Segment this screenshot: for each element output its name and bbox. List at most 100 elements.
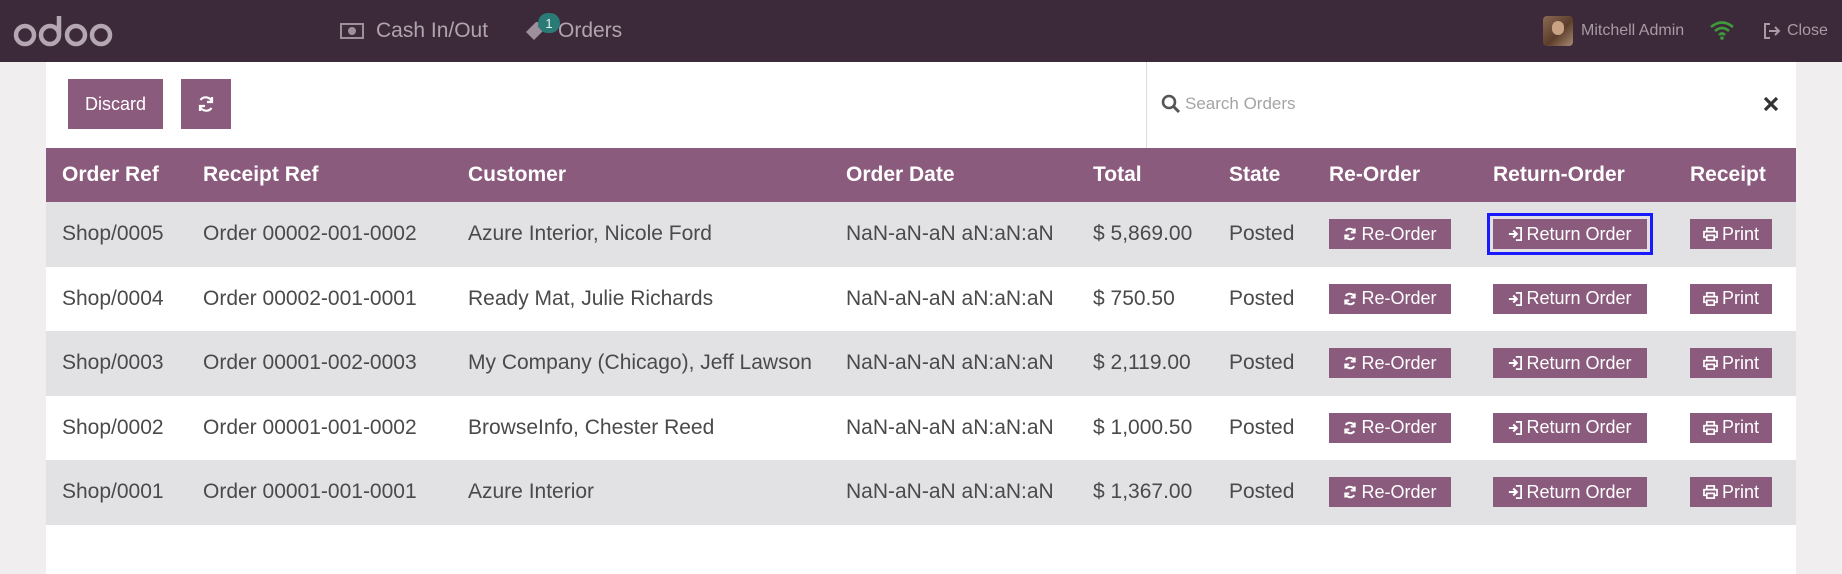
total-cell: $ 750.50: [1093, 286, 1175, 310]
print-button[interactable]: Print: [1690, 412, 1772, 443]
sign-in-icon: [1509, 356, 1523, 371]
return-order-button[interactable]: Return Order: [1493, 477, 1647, 508]
order-ref-cell: Shop/0002: [62, 415, 164, 439]
total-cell: $ 5,869.00: [1093, 222, 1193, 246]
customer-cell: Ready Mat, Julie Richards: [468, 286, 714, 310]
discard-button[interactable]: Discard: [68, 79, 163, 129]
user-name: Mitchell Admin: [1581, 22, 1685, 39]
refresh-icon: [1344, 421, 1357, 434]
state-cell: Posted: [1229, 351, 1295, 375]
print-icon: [1703, 291, 1718, 306]
print-icon: [1703, 485, 1718, 500]
receipt-ref-cell: Order 00001-001-0002: [203, 415, 417, 439]
state-cell: Posted: [1229, 286, 1295, 310]
state-cell: Posted: [1229, 480, 1295, 504]
return-order-label: Return Order: [1526, 352, 1632, 373]
close-button[interactable]: Close: [1763, 0, 1828, 62]
print-button[interactable]: Print: [1690, 348, 1772, 379]
return-order-label: Return Order: [1526, 288, 1632, 309]
wifi-icon: [1710, 21, 1734, 40]
return-order-button[interactable]: Return Order: [1493, 412, 1647, 443]
sign-in-icon: [1509, 227, 1523, 242]
reorder-label: Re-Order: [1361, 352, 1437, 373]
cash-in-out-button[interactable]: Cash In/Out: [340, 0, 488, 62]
orders-button[interactable]: 1 Orders: [524, 0, 622, 62]
reorder-label: Re-Order: [1361, 288, 1437, 309]
refresh-icon: [1344, 228, 1357, 241]
print-button[interactable]: Print: [1690, 477, 1772, 508]
return-order-cell: Return Order: [1477, 460, 1674, 525]
reorder-cell: Re-Order: [1313, 396, 1477, 461]
return-order-cell: Return Order: [1477, 202, 1674, 267]
user-avatar: [1543, 16, 1573, 46]
receipt-ref-cell: Order 00001-001-0001: [203, 480, 417, 504]
return-order-cell: Return Order: [1477, 267, 1674, 332]
receipt-cell: Print: [1674, 460, 1796, 525]
return-order-cell: Return Order: [1477, 396, 1674, 461]
order-date-cell: NaN-aN-aN aN:aN:aN: [846, 480, 1054, 504]
print-icon: [1703, 420, 1718, 435]
reorder-cell: Re-Order: [1313, 267, 1477, 332]
reorder-button[interactable]: Re-Order: [1329, 219, 1451, 250]
print-label: Print: [1721, 352, 1759, 373]
refresh-icon: [198, 96, 214, 112]
refresh-icon: [1344, 486, 1357, 499]
reorder-button[interactable]: Re-Order: [1329, 412, 1451, 443]
table-row[interactable]: Shop/0002 Order 00001-001-0002 BrowseInfo,…: [46, 395, 1796, 461]
customer-cell: BrowseInfo, Chester Reed: [468, 415, 715, 439]
receipt-cell: Print: [1674, 331, 1796, 396]
print-label: Print: [1721, 223, 1759, 244]
search-input[interactable]: [1185, 90, 1725, 118]
reorder-button[interactable]: Re-Order: [1329, 477, 1451, 508]
print-button[interactable]: Print: [1690, 219, 1772, 250]
print-label: Print: [1721, 417, 1759, 438]
receipt-ref-cell: Order 00001-002-0003: [203, 351, 417, 375]
state-cell: Posted: [1229, 415, 1295, 439]
return-order-label: Return Order: [1526, 481, 1632, 502]
order-date-cell: NaN-aN-aN aN:aN:aN: [846, 222, 1054, 246]
sign-in-icon: [1509, 420, 1523, 435]
table-row[interactable]: Shop/0005 Order 00002-001-0002 Azure Inter…: [46, 202, 1796, 267]
print-icon: [1703, 356, 1718, 371]
state-cell: Posted: [1229, 222, 1295, 246]
column-header: Return-Order: [1493, 163, 1625, 186]
reorder-cell: Re-Order: [1313, 331, 1477, 396]
orders-table-container: Order Ref Receipt Ref Customer Order Dat…: [46, 148, 1796, 574]
refresh-icon: [1344, 357, 1357, 370]
column-header: Order Ref: [62, 163, 159, 186]
return-order-button[interactable]: Return Order: [1493, 283, 1647, 314]
odoo-logo: [13, 16, 113, 47]
control-bar: Discard: [46, 62, 1796, 148]
sign-in-icon: [1509, 291, 1523, 306]
customer-cell: Azure Interior: [468, 480, 595, 504]
table-row[interactable]: Shop/0001 Order 00001-001-0001 Azure Inter…: [46, 460, 1796, 525]
top-navbar: Cash In/Out 1 Orders Mitchell Admin Clos…: [0, 0, 1842, 62]
return-order-label: Return Order: [1526, 417, 1632, 438]
reorder-button[interactable]: Re-Order: [1329, 348, 1451, 379]
refresh-button[interactable]: [181, 79, 231, 129]
receipt-ref-cell: Order 00002-001-0001: [203, 286, 417, 310]
receipt-cell: Print: [1674, 396, 1796, 461]
table-row[interactable]: Shop/0003 Order 00001-002-0003 My Company …: [46, 331, 1796, 396]
column-header: Customer: [468, 163, 567, 186]
user-menu[interactable]: Mitchell Admin: [1543, 0, 1684, 62]
print-label: Print: [1721, 288, 1759, 309]
order-ref-cell: Shop/0001: [62, 480, 164, 504]
receipt-cell: Print: [1674, 202, 1796, 267]
clear-icon[interactable]: [1763, 96, 1779, 112]
orders-count-badge: 1: [538, 13, 560, 33]
column-header: Receipt: [1690, 163, 1766, 186]
print-button[interactable]: Print: [1690, 283, 1772, 314]
table-row[interactable]: Shop/0004 Order 00002-001-0001 Ready Mat, …: [46, 266, 1796, 332]
reorder-button[interactable]: Re-Order: [1329, 283, 1451, 314]
column-header: Order Date: [846, 163, 955, 186]
sign-out-icon: [1764, 23, 1781, 39]
customer-cell: My Company (Chicago), Jeff Lawson: [468, 351, 812, 375]
return-order-button[interactable]: Return Order: [1493, 348, 1647, 379]
return-order-button[interactable]: Return Order: [1487, 213, 1653, 256]
order-ref-cell: Shop/0004: [62, 286, 164, 310]
orders-table: Order Ref Receipt Ref Customer Order Dat…: [46, 148, 1796, 525]
search-icon: [1161, 94, 1181, 114]
reorder-label: Re-Order: [1361, 481, 1437, 502]
cash-icon: [340, 22, 364, 40]
